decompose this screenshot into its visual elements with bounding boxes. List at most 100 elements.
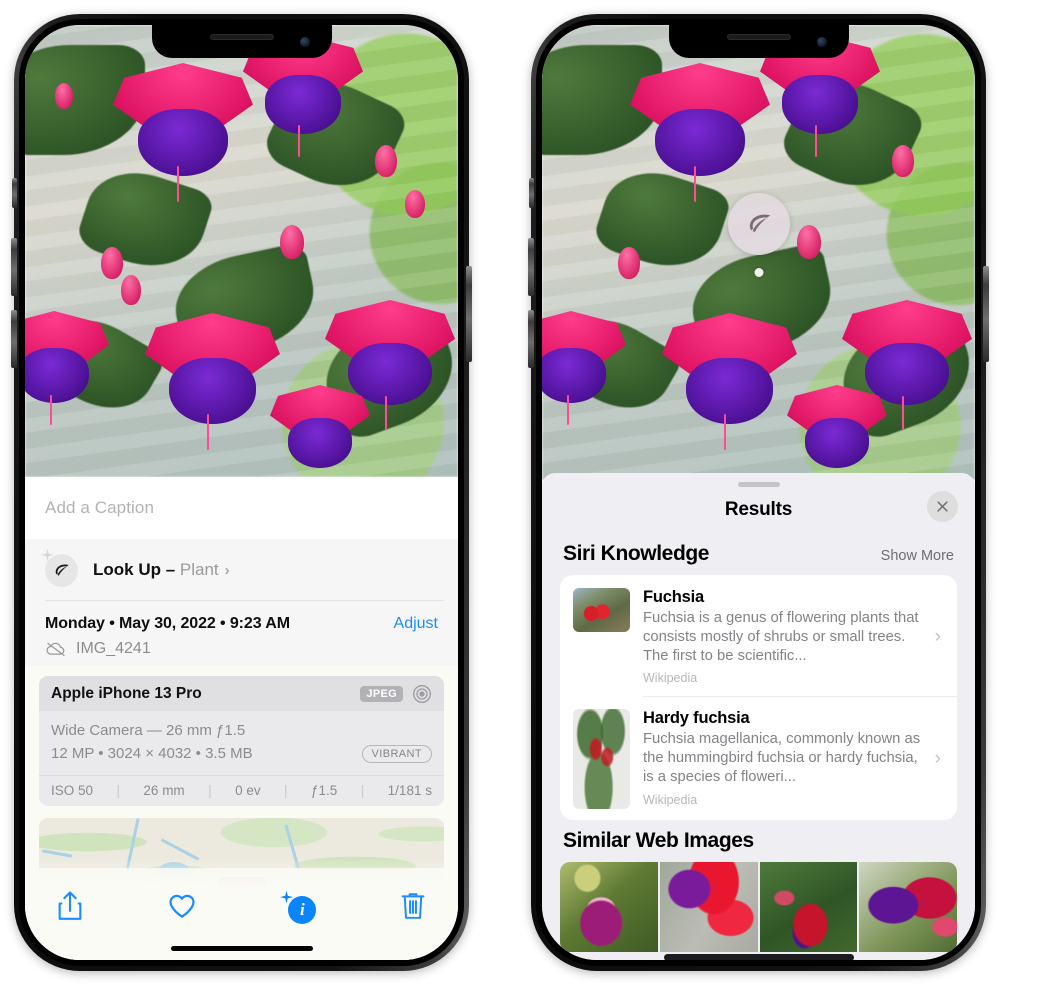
photo-info-panel: Add a Caption Look Up – Plant › Monday •… [25, 477, 458, 960]
section-title: Similar Web Images [563, 829, 754, 853]
flower-bud [892, 145, 914, 177]
fuchsia-bloom [113, 63, 253, 203]
cloud-slash-icon [46, 642, 65, 657]
visual-lookup-anchor-dot [754, 268, 763, 277]
front-camera-icon [816, 37, 827, 47]
home-indicator[interactable] [663, 954, 854, 960]
caption-input[interactable]: Add a Caption [25, 477, 458, 539]
share-button[interactable] [55, 890, 85, 922]
volume-up-button[interactable] [11, 238, 17, 296]
flower-bud [280, 225, 304, 259]
photo-filename: IMG_4241 [76, 640, 151, 657]
favorite-button[interactable] [167, 890, 197, 922]
hdr-circles-icon [413, 685, 431, 703]
camera-info-card: Apple iPhone 13 Pro JPEG Wide Camera — 2… [39, 676, 444, 806]
siri-knowledge-header: Siri Knowledge Show More [542, 533, 975, 575]
flower-bud [618, 247, 640, 279]
knowledge-row[interactable]: Hardy fuchsia Fuchsia magellanica, commo… [560, 696, 957, 820]
caption-placeholder: Add a Caption [45, 498, 155, 517]
close-icon [937, 501, 948, 512]
notch [151, 25, 332, 58]
knowledge-title: Fuchsia [643, 588, 704, 606]
look-up-row[interactable]: Look Up – Plant › [25, 539, 458, 601]
right-iphone-device: Results Siri Knowledge Show More Fuchsia… [528, 14, 989, 971]
leaf-icon [41, 548, 78, 587]
fuchsia-bloom [270, 385, 370, 473]
fuchsia-bloom [542, 311, 626, 425]
knowledge-title: Hardy fuchsia [643, 709, 750, 728]
fuchsia-bloom [145, 313, 280, 450]
power-button[interactable] [466, 266, 472, 362]
left-iphone-device: Add a Caption Look Up – Plant › Monday •… [11, 14, 472, 971]
sheet-header: Results [542, 487, 975, 533]
earpiece-speaker [209, 34, 274, 40]
format-badge: JPEG [360, 686, 403, 702]
look-up-label-group: Look Up – Plant › [93, 560, 230, 580]
knowledge-row[interactable]: Fuchsia Fuchsia is a genus of flowering … [560, 575, 957, 696]
exif-shutter: 1/181 s [387, 782, 432, 798]
share-icon [58, 891, 82, 920]
knowledge-thumbnail [573, 588, 630, 632]
exif-focal: 26 mm [143, 782, 185, 798]
similar-images-strip[interactable] [560, 862, 957, 953]
info-button[interactable]: i [278, 890, 317, 924]
knowledge-description: Fuchsia magellanica, commonly known as t… [643, 731, 921, 785]
photo-date: Monday • May 30, 2022 • 9:23 AM [45, 615, 290, 632]
exif-exposure: 0 ev [235, 782, 261, 798]
mute-switch[interactable] [529, 178, 534, 208]
exif-aperture: ƒ1.5 [311, 782, 338, 798]
section-title: Siri Knowledge [563, 542, 710, 565]
fuchsia-bloom [787, 385, 887, 473]
similar-image-2[interactable] [659, 862, 758, 953]
exif-row: ISO 50 | 26 mm | 0 ev | ƒ1.5 | 1/181 s [39, 774, 444, 806]
power-button[interactable] [983, 266, 989, 362]
flower-bud [121, 275, 141, 305]
front-camera-icon [299, 37, 310, 47]
chevron-right-icon: › [224, 562, 230, 579]
camera-specs: 12 MP • 3024 × 4032 • 3.5 MB [51, 745, 253, 763]
show-more-button[interactable]: Show More [881, 548, 954, 564]
exif-iso: ISO 50 [51, 782, 94, 798]
chevron-right-icon: › [934, 625, 941, 647]
knowledge-source: Wikipedia [643, 792, 698, 807]
look-up-subject: Plant [179, 560, 219, 579]
similar-web-images-header: Similar Web Images [542, 820, 975, 862]
siri-knowledge-card: Fuchsia Fuchsia is a genus of flowering … [560, 575, 957, 821]
exif-separator: | [360, 782, 365, 798]
exif-separator: | [284, 782, 288, 798]
volume-down-button[interactable] [528, 310, 534, 368]
right-phone-screen: Results Siri Knowledge Show More Fuchsia… [542, 25, 975, 960]
photographic-style-badge: VIBRANT [361, 744, 432, 763]
flower-bud [797, 225, 821, 259]
photo-metadata: Monday • May 30, 2022 • 9:23 AM Adjust I… [25, 601, 458, 666]
heart-icon [169, 894, 195, 918]
info-glyph: i [288, 896, 317, 924]
trash-icon [401, 893, 425, 919]
similar-image-1[interactable] [560, 862, 658, 953]
results-sheet: Results Siri Knowledge Show More Fuchsia… [542, 473, 975, 960]
flower-bud [101, 247, 123, 279]
visual-lookup-leaf-badge[interactable] [727, 193, 790, 255]
volume-down-button[interactable] [11, 310, 17, 368]
adjust-button[interactable]: Adjust [394, 615, 438, 633]
volume-up-button[interactable] [528, 238, 534, 296]
similar-image-3[interactable] [759, 862, 858, 953]
close-button[interactable] [927, 491, 958, 522]
photo-viewer[interactable] [25, 25, 458, 477]
camera-device-name: Apple iPhone 13 Pro [51, 685, 202, 702]
fuchsia-bloom [630, 63, 770, 203]
chevron-right-icon: › [934, 748, 941, 770]
knowledge-source: Wikipedia [643, 671, 698, 686]
home-indicator[interactable] [170, 946, 313, 951]
mute-switch[interactable] [12, 178, 17, 208]
exif-separator: | [116, 782, 120, 798]
look-up-dash: – [161, 560, 180, 579]
fuchsia-bloom [25, 311, 109, 425]
exif-separator: | [208, 782, 212, 798]
photo-viewer[interactable] [542, 25, 975, 480]
earpiece-speaker [726, 34, 791, 40]
similar-image-4[interactable] [859, 862, 957, 953]
delete-button[interactable] [398, 890, 428, 922]
flower-bud [405, 190, 425, 218]
knowledge-description: Fuchsia is a genus of flowering plants t… [643, 610, 919, 664]
